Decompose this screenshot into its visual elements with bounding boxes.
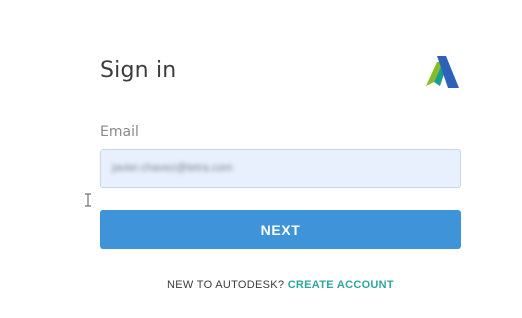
text-cursor-icon [85,193,91,207]
signup-prompt: NEW TO AUTODESK? CREATE ACCOUNT [0,279,522,291]
page-title: Sign in [100,58,177,83]
email-label: Email [100,124,139,140]
next-button[interactable]: NEXT [100,210,461,249]
new-user-prompt: NEW TO AUTODESK? [167,279,285,291]
create-account-link[interactable]: CREATE ACCOUNT [288,279,394,291]
email-field[interactable] [100,149,461,188]
signin-page: Sign in Email javier.chavez@tetra.com NE… [0,0,522,318]
autodesk-logo [426,56,459,88]
